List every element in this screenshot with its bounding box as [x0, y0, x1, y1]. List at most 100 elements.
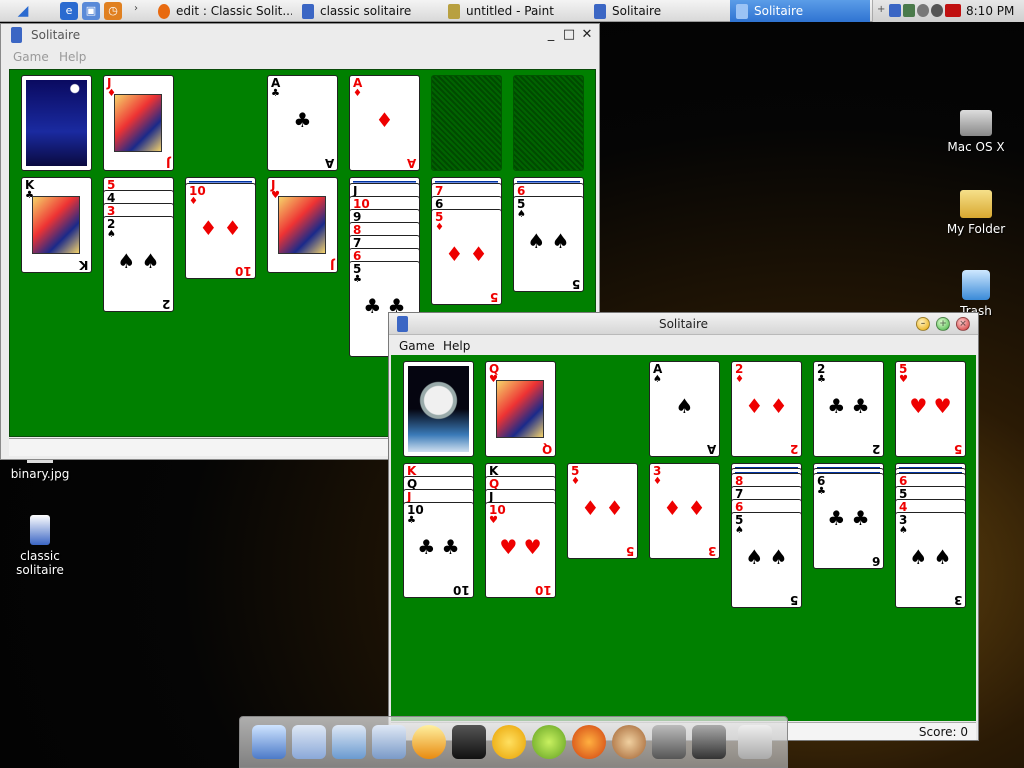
card-suit: ♣: [407, 515, 416, 526]
playing-card[interactable]: 3 ♠ ♠ ♠ 3: [895, 512, 966, 608]
playing-card[interactable]: 2 ♣ ♣ ♣ 2: [813, 361, 884, 457]
desktop-icon-mac-os-x[interactable]: Mac OS X: [940, 110, 1012, 154]
card-pips: ♣: [293, 108, 312, 132]
minimize-button[interactable]: –: [916, 317, 930, 331]
pencil-icon[interactable]: [412, 725, 446, 759]
playing-card[interactable]: 5♥♥ ♥5: [895, 361, 966, 457]
mail-icon[interactable]: [612, 725, 646, 759]
menu-game[interactable]: Game: [399, 339, 435, 353]
playing-card[interactable]: 3 ♦ ♦ ♦ 3: [649, 463, 720, 559]
solitaire-window-front[interactable]: Solitaire – + × Game Help Q ♥ Q A ♠ ♠ A 2 ♦ ♦ ♦ 2 2…: [388, 312, 979, 741]
task-edit-classic-solitaire[interactable]: edit : Classic Solit...: [152, 0, 292, 22]
face-card-art: [114, 94, 162, 152]
settings-tray-icon[interactable]: [931, 4, 943, 17]
card-suit: ♦: [571, 476, 580, 487]
computer-icon[interactable]: [252, 725, 286, 759]
firefox-icon[interactable]: [572, 725, 606, 759]
task-solitaire-back[interactable]: Solitaire: [588, 0, 726, 22]
playing-card[interactable]: Q ♥ Q: [485, 361, 556, 457]
window-title: Solitaire: [658, 317, 709, 331]
clock-app-icon[interactable]: ◷: [104, 2, 122, 20]
close-button[interactable]: ✕: [579, 26, 595, 44]
browser-icon[interactable]: e: [60, 2, 78, 20]
menu-bar: Game Help: [1, 46, 599, 66]
smiley-icon[interactable]: [492, 725, 526, 759]
close-button[interactable]: ×: [956, 317, 970, 331]
card-rank-corner: 5: [789, 593, 798, 607]
start-button[interactable]: ◢: [10, 3, 36, 19]
card-pips: ♠ ♠: [117, 249, 160, 273]
foundation-slot[interactable]: [513, 75, 584, 171]
desktop-icon-classic-solitaire[interactable]: classic solitaire: [4, 515, 76, 577]
minimize-button[interactable]: _: [543, 26, 559, 44]
task-solitaire-front[interactable]: Solitaire: [730, 0, 870, 22]
menu-bar: Game Help: [389, 335, 978, 355]
pie-icon[interactable]: [532, 725, 566, 759]
playing-card[interactable]: 6 ♣ ♣ ♣ 6: [813, 473, 884, 569]
desktop-icon-trash[interactable]: Trash: [940, 270, 1012, 318]
card-suit: ♣: [271, 88, 280, 99]
solitaire-tray-icon[interactable]: [889, 4, 901, 17]
playing-card[interactable]: 5♠♠ ♠5: [731, 512, 802, 608]
ati-icon[interactable]: [945, 4, 961, 17]
card-rank-corner: J: [329, 258, 334, 272]
playing-card[interactable]: K ♣ K: [21, 177, 92, 273]
playing-card[interactable]: 10♥♥ ♥10: [485, 502, 556, 598]
playing-card[interactable]: J♥J: [267, 177, 338, 273]
zoom-button[interactable]: +: [936, 317, 950, 331]
playing-card[interactable]: 2 ♠ ♠ ♠ 2: [103, 216, 174, 312]
maximize-button[interactable]: □: [561, 26, 577, 44]
card-pips: ♥ ♥: [909, 394, 952, 418]
menu-game[interactable]: Game: [13, 50, 49, 64]
menu-help[interactable]: Help: [443, 339, 470, 353]
wand-icon[interactable]: [692, 725, 726, 759]
folder-icon: [960, 190, 992, 218]
dock: [239, 716, 788, 768]
quicklaunch-arrow-icon[interactable]: ›: [134, 3, 138, 14]
tools-icon[interactable]: [652, 725, 686, 759]
playing-card[interactable]: 5 ♦ ♦ ♦ 5: [431, 209, 502, 305]
card-pips: ♦ ♦: [663, 496, 706, 520]
explorer-icon[interactable]: ▣: [82, 2, 100, 20]
network-icon[interactable]: [903, 4, 915, 17]
clock[interactable]: 8:10 PM: [966, 4, 1014, 18]
terminal-icon[interactable]: [452, 725, 486, 759]
card-suit: ♠: [735, 525, 744, 536]
tray-arrow-icon[interactable]: +: [877, 4, 885, 17]
task-classic-solitaire[interactable]: classic solitaire: [296, 0, 438, 22]
folder-icon[interactable]: [372, 725, 406, 759]
menu-help[interactable]: Help: [59, 50, 86, 64]
stock-pile[interactable]: [403, 361, 474, 457]
folder-icon[interactable]: [292, 725, 326, 759]
volume-icon[interactable]: [917, 4, 929, 17]
playing-card[interactable]: 5♠♠ ♠5: [513, 196, 584, 292]
card-rank-corner: Q: [541, 442, 552, 456]
playing-card[interactable]: 10 ♣ ♣ ♣ 10: [403, 502, 474, 598]
playing-card[interactable]: A ♣ ♣ A: [267, 75, 338, 171]
score-label: Score: 0: [918, 725, 968, 739]
card-rank-corner: 2: [789, 442, 798, 456]
folder-icon[interactable]: [332, 725, 366, 759]
task-paint[interactable]: untitled - Paint: [442, 0, 584, 22]
card-suit: ♣: [817, 486, 826, 497]
title-bar[interactable]: Solitaire _ □ ✕: [1, 24, 599, 46]
playing-card[interactable]: J ♦ J: [103, 75, 174, 171]
card-rank-corner: 5: [953, 442, 962, 456]
playing-card[interactable]: 5 ♦ ♦ ♦ 5: [567, 463, 638, 559]
stock-pile[interactable]: [21, 75, 92, 171]
card-rank-corner: A: [706, 442, 716, 456]
card-pips: ♣ ♣: [417, 535, 460, 559]
card-suit: ♣: [353, 274, 362, 285]
card-suit: ♦: [189, 196, 198, 207]
playing-card[interactable]: A ♦ ♦ A: [349, 75, 420, 171]
card-pips: ♥ ♥: [499, 535, 542, 559]
playing-card[interactable]: A ♠ ♠ A: [649, 361, 720, 457]
playing-card[interactable]: 10 ♦ ♦ ♦ 10: [185, 183, 256, 279]
desktop-icon-my-folder[interactable]: My Folder: [940, 190, 1012, 236]
playing-card[interactable]: 2 ♦ ♦ ♦ 2: [731, 361, 802, 457]
face-card-art: [32, 196, 80, 254]
trash-icon[interactable]: [738, 725, 772, 759]
foundation-slot[interactable]: [431, 75, 502, 171]
paint-icon: [448, 3, 460, 19]
title-bar[interactable]: Solitaire – + ×: [389, 313, 978, 335]
